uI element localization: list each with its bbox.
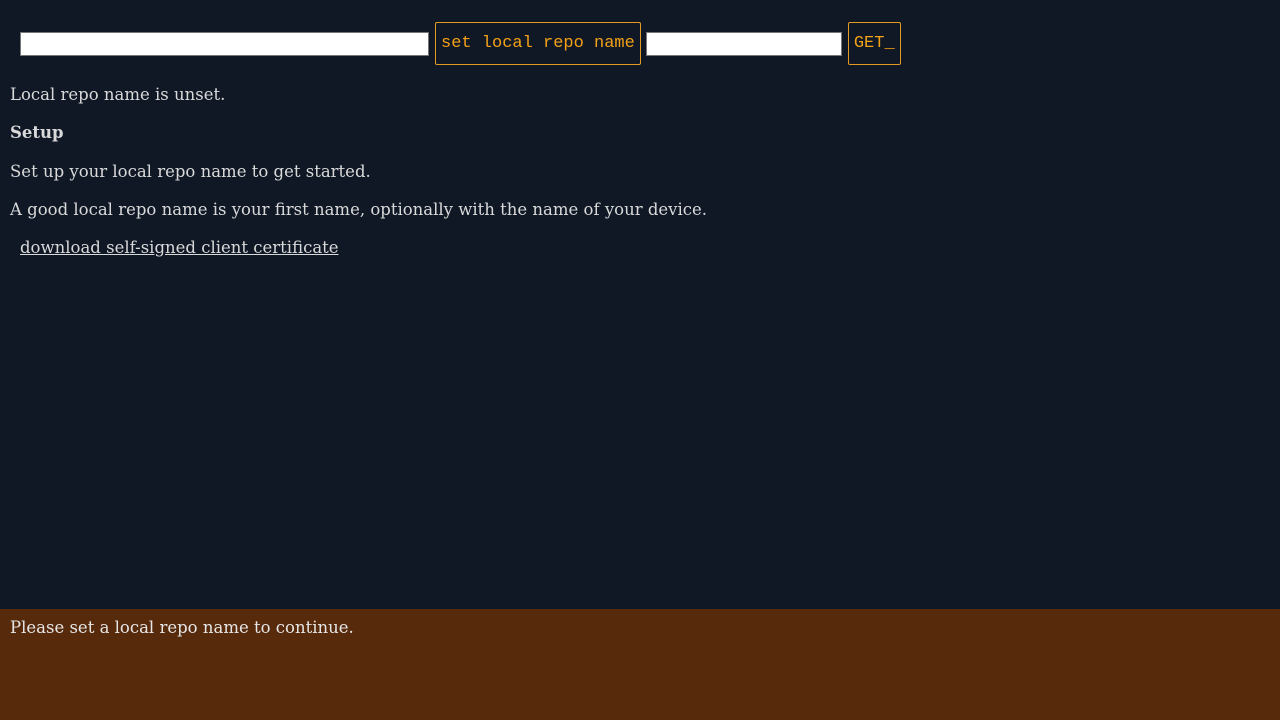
status-message: Please set a local repo name to continue… bbox=[10, 618, 354, 637]
toolbar: set local repo name GET_ bbox=[20, 22, 901, 65]
get-input[interactable] bbox=[645, 31, 842, 56]
setup-hint: A good local repo name is your first nam… bbox=[10, 200, 708, 219]
setup-heading: Setup bbox=[10, 123, 64, 142]
local-repo-name-input[interactable] bbox=[20, 31, 429, 56]
setup-intro: Set up your local repo name to get start… bbox=[10, 162, 371, 181]
repo-name-status: Local repo name is unset. bbox=[10, 85, 226, 104]
status-bar: Please set a local repo name to continue… bbox=[0, 609, 1280, 720]
download-certificate-link[interactable]: download self-signed client certificate bbox=[20, 238, 339, 258]
get-button[interactable]: GET_ bbox=[847, 22, 901, 65]
set-local-repo-name-button[interactable]: set local repo name bbox=[435, 22, 641, 65]
